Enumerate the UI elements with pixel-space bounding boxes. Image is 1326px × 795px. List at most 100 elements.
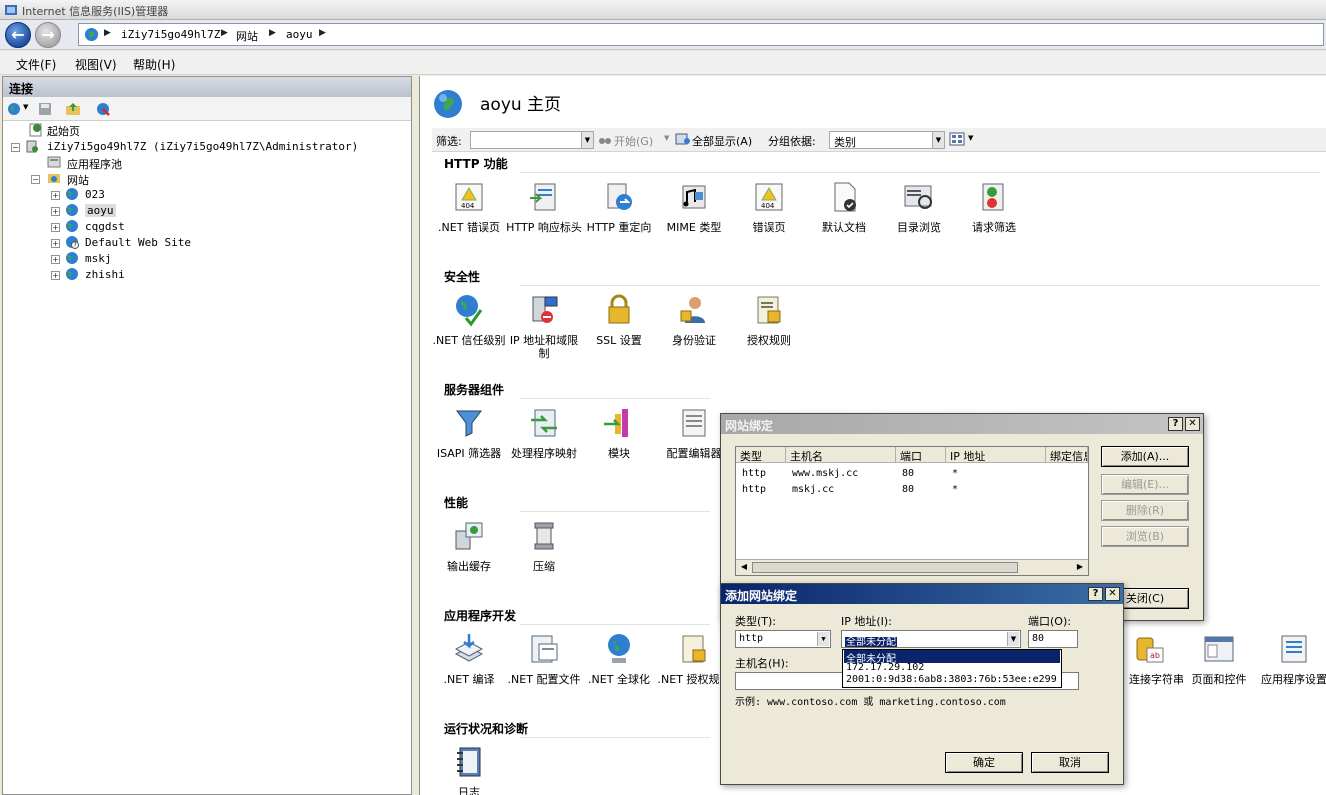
tree-sites[interactable]: 网站 bbox=[67, 172, 89, 188]
feature-default-document[interactable]: 默认文档 bbox=[806, 180, 882, 234]
group-by-value: 类别 bbox=[834, 136, 856, 149]
bindings-list[interactable]: 类型 主机名 端口 IP 地址 绑定信息 http www.mskj.cc 80… bbox=[735, 446, 1089, 576]
feature-net-profile[interactable]: .NET 配置文件 bbox=[506, 632, 582, 686]
close-icon[interactable]: ✕ bbox=[1185, 417, 1200, 431]
scroll-thumb[interactable] bbox=[752, 562, 1018, 573]
feature-handler-mappings[interactable]: 处理程序映射 bbox=[506, 406, 582, 460]
filter-input[interactable]: ▼ bbox=[470, 131, 594, 149]
expand-icon[interactable]: + bbox=[51, 239, 60, 248]
menu-help[interactable]: 帮助(H) bbox=[133, 56, 175, 73]
browse-binding-button[interactable]: 浏览(B) bbox=[1101, 526, 1189, 547]
ip-option[interactable]: 2001:0:9d38:6ab8:3803:76b:53ee:e299 bbox=[844, 674, 1060, 687]
type-select[interactable]: http ▼ bbox=[735, 630, 831, 648]
feature-app-settings[interactable]: 应用程序设置 bbox=[1256, 632, 1326, 686]
feature-net-error-pages[interactable]: 404 .NET 错误页 bbox=[431, 180, 507, 234]
help-button[interactable]: ? bbox=[1168, 417, 1183, 431]
port-input[interactable]: 80 bbox=[1028, 630, 1078, 648]
feature-isapi-filters[interactable]: ISAPI 筛选器 bbox=[431, 406, 507, 460]
collapse-icon[interactable]: − bbox=[31, 175, 40, 184]
expand-icon[interactable]: + bbox=[51, 207, 60, 216]
expand-icon[interactable]: + bbox=[51, 223, 60, 232]
column-host[interactable]: 主机名 bbox=[786, 447, 896, 463]
feature-error-pages[interactable]: 404 错误页 bbox=[731, 180, 807, 234]
feature-net-globalization[interactable]: .NET 全球化 bbox=[581, 632, 657, 686]
port-label: 端口(O): bbox=[1028, 615, 1071, 628]
cell-ip: * bbox=[952, 468, 959, 479]
disconnect-icon[interactable] bbox=[95, 101, 111, 117]
tree-site-aoyu-selected[interactable]: aoyu bbox=[85, 204, 116, 217]
column-binding-info[interactable]: 绑定信息 bbox=[1046, 447, 1088, 463]
expand-icon[interactable]: + bbox=[51, 191, 60, 200]
feature-label: 模块 bbox=[608, 447, 630, 460]
dropdown-arrow-icon[interactable]: ▼ bbox=[932, 132, 944, 148]
tree-site-default[interactable]: Default Web Site bbox=[85, 236, 191, 249]
back-button[interactable]: ← bbox=[5, 22, 31, 48]
horizontal-scrollbar[interactable]: ◀ ▶ bbox=[736, 559, 1088, 575]
tree-site-mskj[interactable]: mskj bbox=[85, 252, 112, 265]
filter-start-button[interactable]: 开始(G) bbox=[614, 133, 653, 149]
feature-net-trust-levels[interactable]: .NET 信任级别 bbox=[431, 293, 507, 347]
menu-view[interactable]: 视图(V) bbox=[75, 56, 117, 73]
feature-http-response-headers[interactable]: HTTP 响应标头 bbox=[506, 180, 582, 234]
help-button[interactable]: ? bbox=[1088, 587, 1103, 601]
feature-net-compilation[interactable]: .NET 编译 bbox=[431, 632, 507, 686]
menu-bar: 文件(F) 视图(V) 帮助(H) bbox=[0, 51, 1326, 75]
feature-compression[interactable]: 压缩 bbox=[506, 519, 582, 573]
address-bar[interactable]: ▶ iZiy7i5go49hl7Z ▶ 网站 ▶ aoyu ▶ bbox=[78, 23, 1324, 46]
view-mode-icon[interactable] bbox=[949, 132, 965, 146]
collapse-icon[interactable]: − bbox=[11, 143, 20, 152]
scroll-left-icon[interactable]: ◀ bbox=[738, 562, 750, 573]
dropdown-arrow-icon[interactable]: ▼ bbox=[23, 103, 28, 111]
expand-icon[interactable]: + bbox=[51, 271, 60, 280]
feature-http-redirect[interactable]: HTTP 重定向 bbox=[581, 180, 657, 234]
cancel-button[interactable]: 取消 bbox=[1031, 752, 1109, 773]
connect-globe-icon[interactable] bbox=[7, 101, 23, 117]
breadcrumb-server[interactable]: iZiy7i5go49hl7Z bbox=[121, 28, 220, 41]
feature-mime-types[interactable]: MIME 类型 bbox=[656, 180, 732, 234]
column-port[interactable]: 端口 bbox=[896, 447, 946, 463]
show-all-button[interactable]: 全部显示(A) bbox=[692, 133, 752, 149]
expand-icon[interactable]: + bbox=[51, 255, 60, 264]
feature-logging[interactable]: 日志 bbox=[431, 745, 507, 795]
tree-start-page[interactable]: 起始页 bbox=[47, 123, 80, 139]
up-folder-icon[interactable] bbox=[65, 101, 81, 117]
feature-authorization-rules[interactable]: 授权规则 bbox=[731, 293, 807, 347]
feature-ip-domain-restrictions[interactable]: IP 地址和域限制 bbox=[506, 293, 582, 360]
add-binding-button[interactable]: 添加(A)... bbox=[1101, 446, 1189, 467]
save-icon[interactable] bbox=[37, 101, 53, 117]
site-globe-icon bbox=[434, 90, 462, 118]
breadcrumb-site[interactable]: aoyu bbox=[286, 28, 313, 41]
feature-output-caching[interactable]: 输出缓存 bbox=[431, 519, 507, 573]
dropdown-arrow-icon[interactable]: ▼ bbox=[664, 134, 669, 142]
dropdown-arrow-icon[interactable]: ▼ bbox=[581, 132, 593, 148]
menu-file[interactable]: 文件(F) bbox=[16, 56, 56, 73]
feature-modules[interactable]: 模块 bbox=[581, 406, 657, 460]
tree-site-cqgdst[interactable]: cqgdst bbox=[85, 220, 125, 233]
forward-button[interactable]: → bbox=[35, 22, 61, 48]
column-ip[interactable]: IP 地址 bbox=[946, 447, 1046, 463]
add-binding-dialog: 添加网站绑定 ? ✕ 类型(T): http ▼ IP 地址(I): 全部未分配 ▼… bbox=[720, 583, 1124, 785]
ip-dropdown-list[interactable]: 全部未分配 172.17.29.102 2001:0:9d38:6ab8:380… bbox=[842, 649, 1062, 688]
tree-app-pools[interactable]: 应用程序池 bbox=[67, 156, 122, 172]
ok-button[interactable]: 确定 bbox=[945, 752, 1023, 773]
feature-ssl-settings[interactable]: SSL 设置 bbox=[581, 293, 657, 347]
column-type[interactable]: 类型 bbox=[736, 447, 786, 463]
close-icon[interactable]: ✕ bbox=[1105, 587, 1120, 601]
feature-authentication[interactable]: 身份验证 bbox=[656, 293, 732, 347]
tree-server[interactable]: iZiy7i5go49hl7Z (iZiy7i5go49hl7Z\Adminis… bbox=[47, 140, 358, 153]
dropdown-arrow-icon[interactable]: ▼ bbox=[968, 134, 973, 142]
dropdown-arrow-icon[interactable]: ▼ bbox=[817, 632, 829, 646]
tree-site-023[interactable]: 023 bbox=[85, 188, 105, 201]
breadcrumb-sites[interactable]: 网站 bbox=[236, 28, 258, 44]
scroll-right-icon[interactable]: ▶ bbox=[1074, 562, 1086, 573]
group-by-select[interactable]: 类别 ▼ bbox=[829, 131, 945, 149]
feature-request-filtering[interactable]: 请求筛选 bbox=[956, 180, 1032, 234]
navigation-bar: ← → ▶ iZiy7i5go49hl7Z ▶ 网站 ▶ aoyu ▶ bbox=[0, 20, 1326, 50]
ip-select[interactable]: 全部未分配 ▼ bbox=[841, 630, 1021, 648]
dropdown-arrow-icon[interactable]: ▼ bbox=[1007, 632, 1019, 646]
tree-site-zhishi[interactable]: zhishi bbox=[85, 268, 125, 281]
remove-binding-button[interactable]: 删除(R) bbox=[1101, 500, 1189, 521]
edit-binding-button[interactable]: 编辑(E)... bbox=[1101, 474, 1189, 495]
feature-directory-browsing[interactable]: 目录浏览 bbox=[881, 180, 957, 234]
feature-pages-controls[interactable]: 页面和控件 bbox=[1181, 632, 1257, 686]
